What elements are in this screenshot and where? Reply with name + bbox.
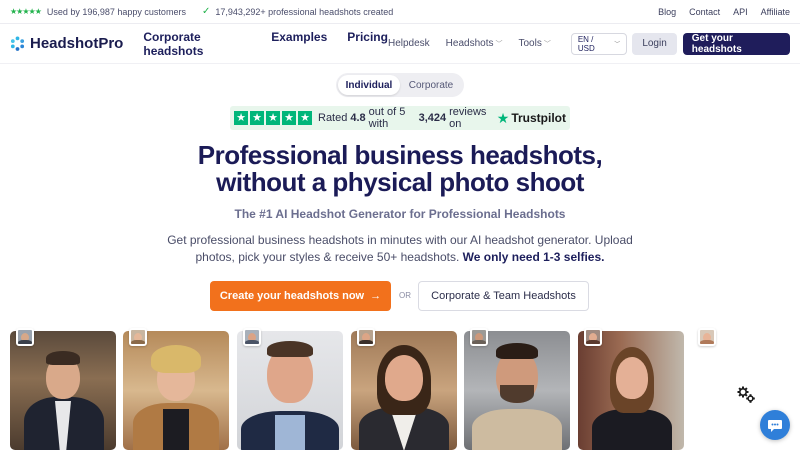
rated-text: Rated — [318, 112, 348, 124]
plan-type-toggle: Individual Corporate — [336, 73, 464, 97]
star-icon: ★ — [266, 111, 280, 125]
hero-description: Get professional business headshots in m… — [150, 232, 650, 266]
headshot-photo[interactable] — [464, 331, 570, 450]
rating-score: 4.8 — [350, 112, 366, 124]
trustpilot-rating-banner[interactable]: ★ ★ ★ ★ ★ Rated 4.8 out of 5 with 3,424 … — [230, 106, 570, 130]
main-nav: HeadshotPro Corporate headshots Examples… — [0, 24, 800, 64]
headshots-count-text: 17,943,292+ professional headshots creat… — [215, 6, 394, 17]
review-count: 3,424 — [418, 112, 447, 124]
page-title: Professional business headshots, without… — [0, 142, 800, 196]
language-label: EN / USD — [577, 34, 595, 53]
star-icon: ★ — [250, 111, 264, 125]
arrow-right-icon: → — [370, 290, 382, 302]
selfie-thumbnail — [584, 328, 602, 346]
star-icon: ★ — [282, 111, 296, 125]
corporate-team-button[interactable]: Corporate & Team Headshots — [418, 281, 589, 311]
top-info-bar: ★★★★★ Used by 196,987 happy customers ✓ … — [0, 0, 800, 24]
api-link[interactable]: API — [733, 7, 748, 17]
selfie-thumbnail — [698, 328, 716, 346]
create-headshots-button[interactable]: Create your headshots now → — [210, 281, 391, 311]
chat-widget-button[interactable] — [760, 410, 790, 440]
secondary-nav-links: Helpdesk Headshots ﹀ Tools ﹀ — [388, 38, 551, 49]
page-subtitle: The #1 AI Headshot Generator for Profess… — [234, 207, 566, 221]
chevron-down-icon: ﹀ — [614, 42, 621, 48]
login-button[interactable]: Login — [632, 32, 677, 55]
trustpilot-logo: ★ Trustpilot — [497, 110, 566, 127]
toggle-individual[interactable]: Individual — [338, 75, 400, 95]
trustpilot-star-icon: ★ — [496, 109, 510, 126]
chevron-down-icon: ﹀ — [495, 41, 503, 48]
customers-count-text: Used by 196,987 happy customers — [46, 6, 186, 17]
create-headshots-label: Create your headshots now — [219, 290, 365, 302]
language-currency-select[interactable]: EN / USD ﹀ — [570, 32, 628, 55]
out-of-text: out of 5 with — [368, 106, 406, 130]
checkmark-icon: ✓ — [201, 6, 211, 17]
nav-helpdesk[interactable]: Helpdesk — [388, 38, 430, 49]
logo-icon — [10, 36, 25, 51]
desc-bold: We only need 1-3 selfies. — [462, 250, 605, 264]
nav-tools-dropdown[interactable]: Tools ﹀ — [518, 38, 550, 49]
star-icon: ★ — [234, 111, 248, 125]
logo[interactable]: HeadshotPro — [10, 35, 123, 52]
nav-corporate-headshots[interactable]: Corporate headshots — [143, 30, 251, 58]
selfie-thumbnail — [16, 328, 34, 346]
nav-pricing[interactable]: Pricing — [347, 30, 388, 58]
settings-gears-icon[interactable] — [734, 382, 758, 406]
star-icon: ★ — [298, 111, 312, 125]
tools-menu-label: Tools — [518, 38, 542, 49]
selfie-thumbnail — [357, 328, 375, 346]
selfie-thumbnail — [129, 328, 147, 346]
nav-headshots-dropdown[interactable]: Headshots ﹀ — [446, 38, 503, 49]
selfie-thumbnail — [470, 328, 488, 346]
toggle-corporate[interactable]: Corporate — [400, 75, 462, 95]
headshots-menu-label: Headshots — [445, 38, 494, 49]
nav-examples[interactable]: Examples — [271, 30, 327, 58]
trustpilot-stars: ★ ★ ★ ★ ★ — [234, 111, 312, 125]
get-headshots-button[interactable]: Get your headshots — [682, 32, 791, 55]
selfie-thumbnail — [243, 328, 261, 346]
desc-line-1: Get professional business headshots in m… — [167, 233, 633, 247]
chevron-down-icon: ﹀ — [543, 41, 551, 48]
headshot-photo[interactable] — [10, 331, 116, 450]
reviews-on-text: reviews on — [449, 106, 487, 130]
headshot-photo[interactable] — [237, 331, 343, 450]
contact-link[interactable]: Contact — [689, 7, 720, 17]
rating-stars-icon: ★★★★★ — [10, 7, 42, 16]
title-line-2: without a physical photo shoot — [216, 167, 584, 197]
top-links: Blog Contact API Affiliate — [658, 7, 790, 17]
headshot-photo[interactable] — [578, 331, 684, 450]
headshot-photo[interactable] — [123, 331, 229, 450]
headshot-photo[interactable] — [351, 331, 457, 450]
logo-text: HeadshotPro — [30, 35, 124, 52]
title-line-1: Professional business headshots, — [197, 140, 603, 170]
chat-bubble-icon — [768, 420, 782, 432]
desc-line-2: photos, pick your styles & receive 50+ h… — [195, 250, 460, 264]
trustpilot-brand: Trustpilot — [511, 111, 566, 125]
primary-nav-links: Corporate headshots Examples Pricing — [143, 30, 388, 58]
affiliate-link[interactable]: Affiliate — [761, 7, 790, 17]
or-divider: OR — [399, 291, 411, 300]
blog-link[interactable]: Blog — [658, 7, 676, 17]
